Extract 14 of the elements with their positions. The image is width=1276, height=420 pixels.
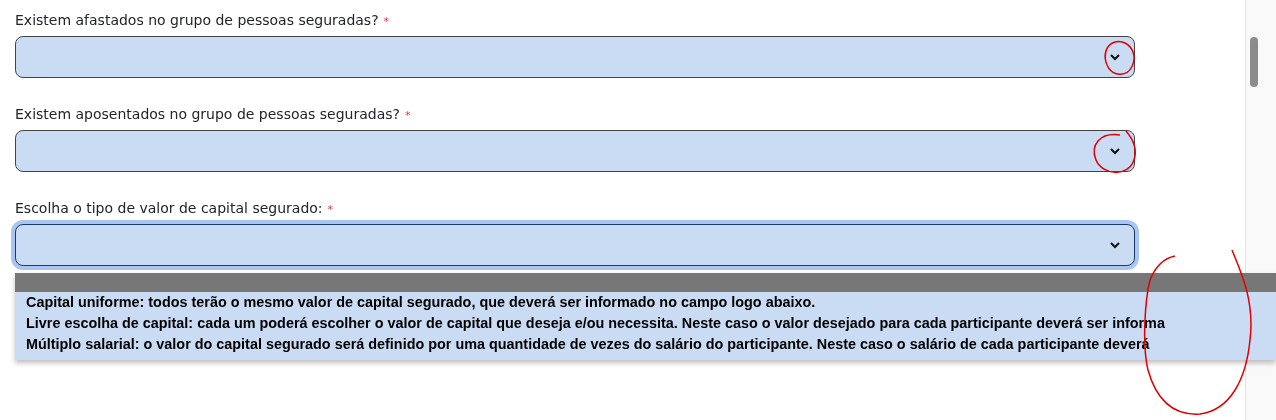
select-field[interactable] [15, 36, 1135, 78]
dropdown-option[interactable]: Capital uniforme: todos terão o mesmo valor de capital segurado, que deverá ser informado no campo logo abaixo. [15, 292, 1276, 313]
required-asterisk: * [405, 109, 411, 122]
required-asterisk: * [383, 15, 390, 28]
field-label: Existem afastados no grupo de pessoas seguradas? [15, 12, 379, 28]
chevron-down-icon [1110, 147, 1120, 155]
select-field[interactable] [15, 130, 1135, 172]
annotation-circle [1104, 40, 1135, 75]
chevron-down-icon [1110, 53, 1120, 61]
scrollbar-thumb[interactable] [1250, 37, 1258, 87]
chevron-down-icon [1110, 241, 1120, 249]
required-asterisk: * [327, 203, 334, 216]
field-label: Existem aposentados no grupo de pessoas seguradas? [15, 106, 400, 122]
field-label: Escolha o tipo de valor de capital segurado: [15, 200, 323, 216]
